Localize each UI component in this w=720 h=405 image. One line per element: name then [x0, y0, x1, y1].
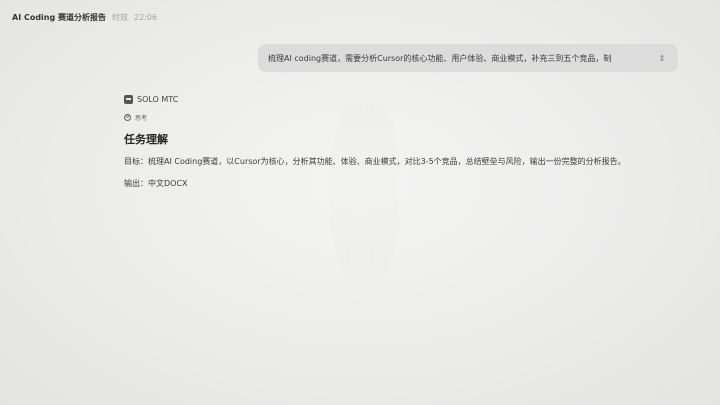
header-time: 22:06 [134, 13, 158, 22]
assistant-message: SOLO MTC ⚙ 思考 任务理解 目标：梳理AI Coding赛道，以Cur… [124, 93, 684, 189]
agent-name: SOLO MTC [137, 94, 179, 104]
header-bar: AI Coding 赛道分析报告 时效 22:06 [12, 12, 157, 23]
think-toggle[interactable]: ⚙ 思考 [124, 113, 684, 122]
output-line: 输出：中文DOCX [124, 179, 188, 188]
chevron-up-down-icon[interactable]: ⇕ [656, 54, 668, 63]
page-title: AI Coding 赛道分析报告 [12, 13, 106, 22]
app-window: AI Coding 赛道分析报告 时效 22:06 梳理AI coding赛道，… [0, 0, 720, 405]
think-label: 思考 [135, 115, 148, 122]
user-message-text: 梳理AI coding赛道，需要分析Cursor的核心功能、用户体验、商业模式，… [268, 53, 612, 63]
agent-header: SOLO MTC [124, 93, 684, 105]
goal-line: 目标：梳理AI Coding赛道，以Cursor为核心，分析其功能、体验、商业模… [124, 157, 626, 166]
header-meta-label: 时效 [112, 13, 128, 22]
section-title: 任务理解 [124, 133, 168, 146]
agent-icon [124, 94, 133, 104]
user-message-bubble[interactable]: 梳理AI coding赛道，需要分析Cursor的核心功能、用户体验、商业模式，… [258, 44, 678, 72]
think-icon: ⚙ [124, 114, 131, 121]
